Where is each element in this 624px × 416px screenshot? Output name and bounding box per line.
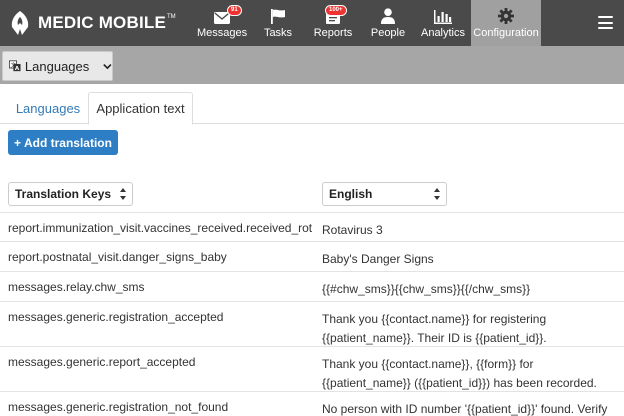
nav-reports-label: Reports [313, 27, 353, 39]
table-row: messages.generic.report_accepted Thank y… [0, 346, 624, 391]
languages-dropdown-label: Languages [24, 58, 90, 74]
translation-key: report.immunization_visit.vaccines_recei… [8, 221, 312, 235]
translate-icon: 文 A [9, 60, 21, 72]
table-row: messages.generic.registration_not_found … [0, 391, 624, 416]
top-navigation-bar: MEDIC MOBILE TM 91 Messages Tasks 100+ R… [0, 0, 624, 46]
chevron-down-icon [103, 63, 112, 69]
configuration-subheader: 文 A Languages [0, 46, 624, 84]
tab-languages[interactable]: Languages [8, 92, 88, 124]
translation-value-line: Rotavirus 3 [322, 223, 383, 237]
translation-key: messages.relay.chw_sms [8, 280, 145, 294]
medic-mobile-logo-icon [11, 11, 29, 35]
flag-icon [271, 9, 285, 24]
bar-chart-icon [434, 10, 452, 24]
brand-trademark: TM [167, 14, 176, 20]
translation-value-line: Baby's Danger Signs [322, 252, 434, 266]
translation-tabs: Languages Application text [0, 92, 624, 125]
hamburger-menu-icon[interactable] [598, 16, 613, 29]
translation-key: messages.generic.report_accepted [8, 355, 196, 369]
translation-value-line: Thank you {{contact.name}} for registeri… [322, 312, 547, 326]
nav-people[interactable]: People [368, 0, 408, 46]
brand-logo[interactable]: MEDIC MOBILE TM [8, 8, 176, 38]
translation-keys-select-label: Translation Keys [15, 187, 112, 201]
nav-configuration-label: Configuration [473, 27, 539, 39]
translation-value-line: No person with ID number '{{patient_id}}… [322, 402, 608, 416]
brand-name: MEDIC MOBILE [38, 13, 167, 32]
translation-value-line: {{#chw_sms}}{{chw_sms}}{{/chw_sms}} [322, 282, 531, 296]
nav-messages-label: Messages [196, 27, 248, 39]
languages-dropdown[interactable]: 文 A Languages [2, 51, 113, 81]
translation-key: messages.generic.registration_not_found [8, 400, 229, 414]
translation-value-line: Thank you {{contact.name}}, {{form}} for [322, 357, 534, 371]
language-select[interactable]: English [322, 182, 447, 206]
translation-key: messages.generic.registration_accepted [8, 310, 224, 324]
sort-arrows-icon [434, 188, 440, 200]
translation-value[interactable]: Baby's Danger Signs [322, 250, 622, 269]
gear-icon [498, 8, 514, 24]
translation-value[interactable]: Thank you {{contact.name}} for registeri… [322, 310, 622, 348]
nav-messages[interactable]: 91 Messages [196, 0, 248, 46]
language-select-label: English [329, 187, 373, 201]
svg-text:A: A [15, 66, 20, 72]
table-row: messages.relay.chw_sms {{#chw_sms}}{{chw… [0, 271, 624, 301]
translation-key: report.postnatal_visit.danger_signs_baby [8, 250, 227, 264]
table-row: report.immunization_visit.vaccines_recei… [0, 212, 624, 241]
translation-value[interactable]: Thank you {{contact.name}}, {{form}} for… [322, 355, 622, 393]
tab-application-text[interactable]: Application text [88, 92, 193, 125]
messages-badge: 91 [227, 5, 242, 16]
nav-analytics-label: Analytics [420, 27, 466, 39]
translation-keys-select[interactable]: Translation Keys [8, 182, 133, 206]
sort-arrows-icon [120, 188, 126, 200]
translation-value[interactable]: Rotavirus 3 [322, 221, 622, 240]
nav-tasks-label: Tasks [263, 27, 293, 39]
nav-configuration[interactable]: Configuration [471, 0, 541, 46]
table-row: report.postnatal_visit.danger_signs_baby… [0, 241, 624, 271]
nav-tasks[interactable]: Tasks [258, 0, 298, 46]
translation-value[interactable]: No person with ID number '{{patient_id}}… [322, 400, 622, 416]
nav-reports[interactable]: 100+ Reports [308, 0, 358, 46]
nav-people-label: People [370, 27, 406, 39]
reports-badge: 100+ [325, 5, 347, 16]
add-translation-button[interactable]: + Add translation [8, 130, 118, 155]
nav-analytics[interactable]: Analytics [418, 0, 468, 46]
table-row: messages.generic.registration_accepted T… [0, 301, 624, 346]
translation-value[interactable]: {{#chw_sms}}{{chw_sms}}{{/chw_sms}} [322, 280, 622, 299]
person-icon [381, 8, 395, 24]
